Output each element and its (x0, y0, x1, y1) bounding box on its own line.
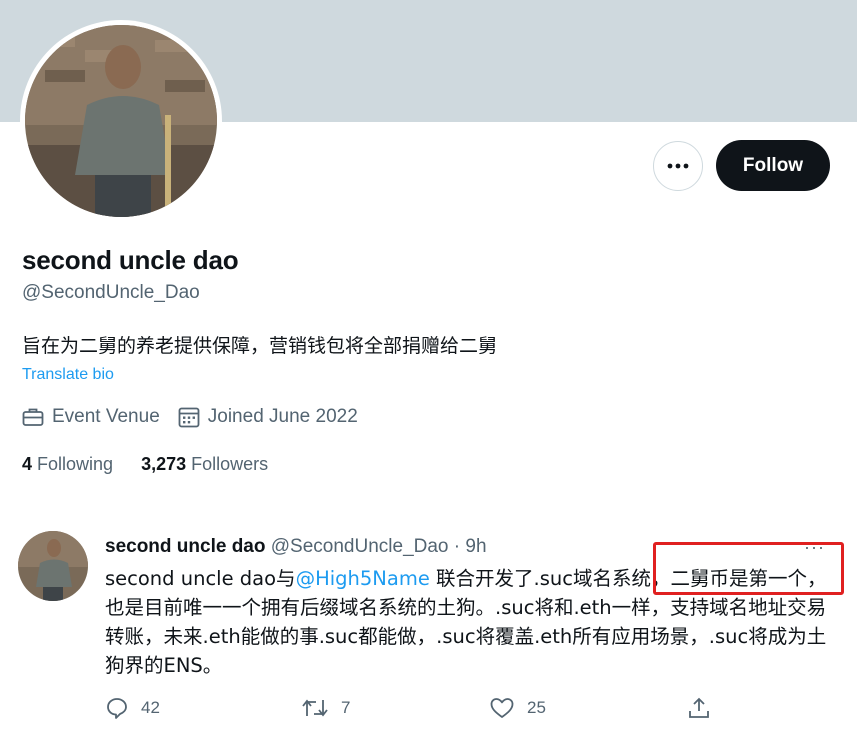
tweet-time[interactable]: · 9h (454, 536, 487, 557)
tweet-text-before: second uncle dao与 (105, 567, 296, 590)
translate-bio-link[interactable]: Translate bio (22, 366, 114, 384)
tweet-author-handle[interactable]: @SecondUncle_Dao (271, 536, 449, 557)
like-icon (490, 698, 514, 718)
profile-meta: Event Venue Joined June 2022 (22, 406, 376, 428)
tweet-header: second uncle dao @SecondUncle_Dao · 9h (105, 536, 487, 558)
followers-count: 3,273 (141, 454, 187, 474)
profile-location: Event Venue (22, 406, 160, 428)
more-options-button[interactable] (653, 141, 703, 191)
tweet-actions: 42 7 25 (105, 696, 725, 726)
followers-label: Followers (191, 454, 269, 474)
profile-display-name: second uncle dao (22, 245, 239, 275)
profile-bio: 旨在为二舅的养老提供保障，营销钱包将全部捐赠给二舅 (22, 335, 498, 357)
following-link[interactable]: 4 Following (22, 454, 113, 475)
follow-counts: 4 Following 3,273 Followers (22, 454, 296, 475)
tweet-author-name[interactable]: second uncle dao (105, 536, 265, 557)
profile-avatar[interactable] (20, 20, 222, 222)
joined-label: Joined June 2022 (207, 406, 358, 427)
calendar-icon (178, 407, 200, 428)
like-count: 25 (527, 698, 546, 717)
reply-button[interactable]: 42 (105, 696, 160, 720)
tweet-author-avatar[interactable] (18, 531, 88, 601)
retweet-icon (302, 699, 328, 717)
tweet-mention-link[interactable]: @High5Name (296, 567, 430, 590)
retweet-button[interactable]: 7 (301, 696, 350, 720)
following-label: Following (37, 454, 114, 474)
reply-count: 42 (141, 698, 160, 717)
more-horizontal-icon (667, 163, 689, 169)
avatar-photo (25, 25, 217, 217)
retweet-count: 7 (341, 698, 351, 717)
profile-joined: Joined June 2022 (178, 406, 358, 428)
briefcase-icon (22, 408, 44, 426)
following-count: 4 (22, 454, 33, 474)
follow-button[interactable]: Follow (716, 140, 830, 191)
like-button[interactable]: 25 (489, 696, 546, 720)
profile-handle: @SecondUncle_Dao (22, 282, 200, 303)
reply-icon (107, 698, 127, 719)
share-icon (689, 697, 709, 718)
followers-link[interactable]: 3,273 Followers (141, 454, 268, 475)
location-label: Event Venue (52, 406, 160, 427)
share-button[interactable] (687, 696, 723, 720)
highlight-annotation-box (653, 542, 844, 595)
